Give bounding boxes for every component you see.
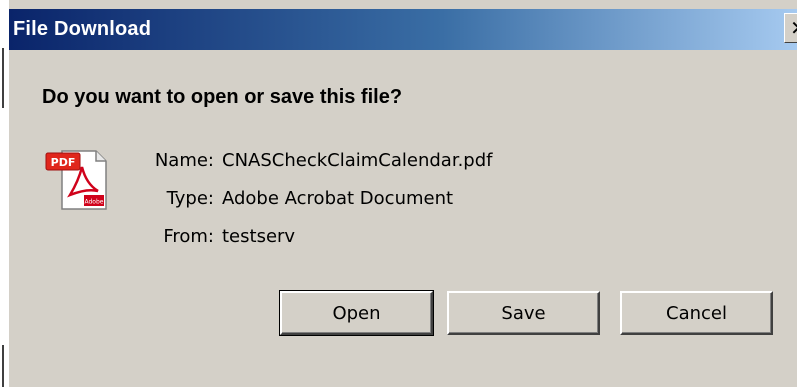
dialog-question: Do you want to open or save this file? — [42, 86, 403, 108]
background-window-mark — [2, 345, 4, 387]
name-label: Name: — [154, 150, 214, 171]
file-source-row: From: testserv — [94, 226, 594, 250]
file-name-row: Name: CNASCheckClaimCalendar.pdf — [94, 150, 594, 174]
close-icon: ✕ — [790, 16, 797, 40]
file-type-value: Adobe Acrobat Document — [222, 188, 454, 209]
background-window-mark — [2, 48, 4, 108]
file-type-row: Type: Adobe Acrobat Document — [94, 188, 594, 212]
cancel-button[interactable]: Cancel — [620, 291, 773, 335]
save-button[interactable]: Save — [447, 291, 600, 335]
open-button[interactable]: Open — [279, 290, 434, 336]
window-title: File Download — [13, 18, 152, 40]
title-bar[interactable]: File Download ✕ — [9, 9, 797, 50]
type-label: Type: — [166, 188, 214, 209]
from-label: From: — [163, 226, 214, 247]
close-button[interactable]: ✕ — [784, 13, 797, 43]
file-download-dialog: File Download ✕ Do you want to open or s… — [0, 0, 797, 387]
pdf-badge-text: PDF — [51, 156, 76, 169]
file-source-value: testserv — [222, 226, 296, 247]
file-name-value: CNASCheckClaimCalendar.pdf — [222, 150, 493, 171]
